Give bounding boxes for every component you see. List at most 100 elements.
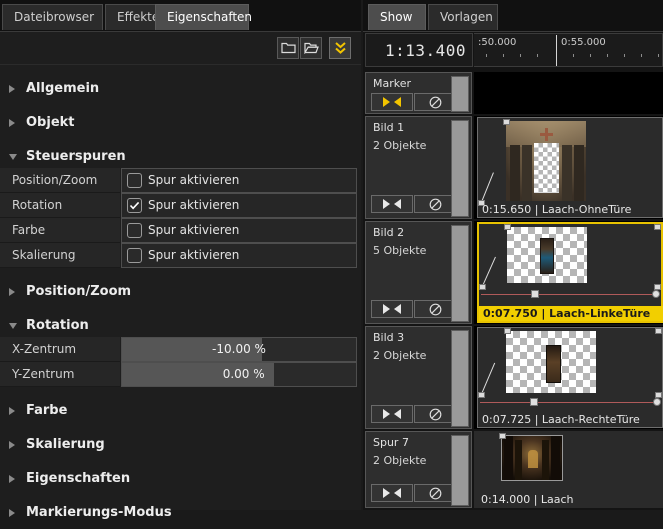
track-lane-bild-3[interactable]: 0:07.725 | Laach-RechteTüre bbox=[474, 326, 663, 429]
new-folder-button[interactable] bbox=[277, 37, 299, 59]
chevron-right-icon bbox=[9, 475, 15, 483]
section-farbe[interactable]: Farbe bbox=[0, 396, 361, 427]
track-header-marker[interactable]: Marker bbox=[365, 72, 472, 114]
track-header-bild-3[interactable]: Bild 3 2 Objekte bbox=[365, 326, 472, 429]
track-lane-marker[interactable] bbox=[474, 72, 663, 114]
row-label: Farbe bbox=[0, 218, 120, 243]
checkbox-farbe[interactable]: Spur aktivieren bbox=[121, 218, 357, 243]
track-disable-button-spur-7[interactable] bbox=[414, 484, 456, 502]
tab-eigenschaften[interactable]: Eigenschaften bbox=[155, 4, 249, 30]
chevron-right-icon bbox=[9, 119, 15, 127]
fade-handle-end[interactable] bbox=[504, 224, 511, 230]
chevron-right-icon bbox=[9, 288, 15, 296]
tab-vorlagen[interactable]: Vorlagen bbox=[428, 4, 498, 30]
track-name: Bild 1 bbox=[373, 121, 404, 134]
ruler-label: :50.000 bbox=[478, 37, 516, 48]
clip-thumbnail bbox=[506, 331, 596, 393]
clip-laach-linketuere[interactable]: 0:07.750 | Laach-LinkeTüre bbox=[477, 222, 663, 323]
track-object-count: 2 Objekte bbox=[373, 454, 426, 467]
clip-label: 0:07.750 | Laach-LinkeTüre bbox=[479, 306, 663, 321]
envelope-node-end[interactable] bbox=[653, 398, 661, 406]
row-y-zentrum: Y-Zentrum 0.00 % bbox=[0, 362, 361, 387]
collapse-all-button[interactable] bbox=[329, 37, 351, 59]
row-label: Skalierung bbox=[0, 243, 120, 268]
fade-handle-start[interactable] bbox=[479, 284, 486, 290]
track-level-slider-bild-2[interactable] bbox=[451, 225, 469, 322]
envelope-node[interactable] bbox=[530, 398, 538, 406]
track-jump-button-bild-1[interactable] bbox=[371, 195, 413, 213]
track-level-slider-bild-1[interactable] bbox=[451, 120, 469, 217]
checkbox-box bbox=[127, 198, 142, 213]
track-level-slider-bild-3[interactable] bbox=[451, 330, 469, 427]
clip-label: 0:15.650 | Laach-OhneTüre bbox=[478, 202, 663, 217]
section-label: Markierungs-Modus bbox=[26, 505, 172, 520]
checkbox-skalierung[interactable]: Spur aktivieren bbox=[121, 243, 357, 268]
track-level-slider-spur-7[interactable] bbox=[451, 435, 469, 506]
section-label: Steuerspuren bbox=[26, 149, 126, 164]
section-position-zoom[interactable]: Position/Zoom bbox=[0, 277, 361, 308]
clip-thumbnail bbox=[506, 121, 586, 201]
section-skalierung[interactable]: Skalierung bbox=[0, 430, 361, 461]
checkbox-box bbox=[127, 173, 142, 188]
track-jump-button-bild-2[interactable] bbox=[371, 300, 413, 318]
track-header-spur-7[interactable]: Spur 7 2 Objekte bbox=[365, 431, 472, 508]
chevron-right-icon bbox=[9, 509, 15, 517]
envelope-line bbox=[481, 294, 659, 295]
track-name: Marker bbox=[373, 77, 411, 90]
fade-handle-end[interactable] bbox=[504, 328, 511, 334]
track-jump-button-marker[interactable] bbox=[371, 93, 413, 111]
chevron-right-icon bbox=[9, 85, 15, 93]
left-tab-bar: Dateibrowser Effekte Eigenschaften bbox=[0, 0, 361, 32]
fade-handle-end[interactable] bbox=[499, 433, 506, 439]
track-disable-button-bild-3[interactable] bbox=[414, 405, 456, 423]
slider-x-zentrum[interactable]: -10.00 % bbox=[121, 337, 357, 362]
slider-y-zentrum[interactable]: 0.00 % bbox=[121, 362, 357, 387]
section-objekt[interactable]: Objekt bbox=[0, 108, 361, 139]
jump-icon bbox=[381, 96, 403, 108]
clip-thumbnail bbox=[507, 227, 587, 283]
checkbox-rotation[interactable]: Spur aktivieren bbox=[121, 193, 357, 218]
chevron-right-icon bbox=[9, 407, 15, 415]
envelope-node[interactable] bbox=[531, 290, 539, 298]
fade-handle-right[interactable] bbox=[655, 328, 662, 334]
track-lane-bild-1[interactable]: 0:15.650 | Laach-OhneTüre bbox=[474, 116, 663, 219]
fade-handle-end[interactable] bbox=[503, 119, 510, 125]
fade-handle-right[interactable] bbox=[654, 224, 661, 230]
ruler-label: 0:55.000 bbox=[561, 37, 606, 48]
track-disable-button-marker[interactable] bbox=[414, 93, 456, 111]
clip-thumbnail bbox=[501, 435, 563, 481]
jump-icon bbox=[381, 487, 403, 499]
clip-laach-ohnetuere[interactable]: 0:15.650 | Laach-OhneTüre bbox=[477, 117, 663, 218]
envelope-node-end[interactable] bbox=[652, 290, 660, 298]
track-header-bild-2[interactable]: Bild 2 5 Objekte bbox=[365, 221, 472, 324]
fade-handle-start[interactable] bbox=[478, 392, 485, 398]
timeline-ruler[interactable]: :50.000 0:55.000 bbox=[474, 33, 663, 67]
section-allgemein[interactable]: Allgemein bbox=[0, 74, 361, 105]
track-jump-button-bild-3[interactable] bbox=[371, 405, 413, 423]
check-icon bbox=[128, 199, 141, 212]
clip-laach[interactable]: 0:14.000 | Laach bbox=[477, 432, 663, 507]
track-disable-button-bild-1[interactable] bbox=[414, 195, 456, 213]
clip-laach-rechtetuere[interactable]: 0:07.725 | Laach-RechteTüre bbox=[477, 327, 663, 428]
checkbox-position-zoom[interactable]: Spur aktivieren bbox=[121, 168, 357, 193]
section-markierungs-modus[interactable]: Markierungs-Modus bbox=[0, 498, 361, 529]
section-label: Eigenschaften bbox=[26, 471, 130, 486]
section-eigenschaften[interactable]: Eigenschaften bbox=[0, 464, 361, 495]
tab-dateibrowser[interactable]: Dateibrowser bbox=[2, 4, 103, 30]
open-folder-button[interactable] bbox=[300, 37, 322, 59]
track-lane-bild-2[interactable]: 0:07.750 | Laach-LinkeTüre bbox=[474, 221, 663, 324]
properties-panel: Dateibrowser Effekte Eigenschaften bbox=[0, 0, 361, 510]
checkbox-box bbox=[127, 248, 142, 263]
track-disable-button-bild-2[interactable] bbox=[414, 300, 456, 318]
track-lane-spur-7[interactable]: 0:14.000 | Laach bbox=[474, 431, 663, 508]
track-header-bild-1[interactable]: Bild 1 2 Objekte bbox=[365, 116, 472, 219]
row-x-zentrum: X-Zentrum -10.00 % bbox=[0, 337, 361, 362]
checkbox-label: Spur aktivieren bbox=[148, 248, 239, 262]
track-jump-button-spur-7[interactable] bbox=[371, 484, 413, 502]
timecode-display[interactable]: 1:13.400 bbox=[365, 33, 473, 67]
track-level-slider-marker[interactable] bbox=[451, 76, 469, 112]
disable-icon bbox=[429, 96, 442, 109]
chevron-right-icon bbox=[9, 441, 15, 449]
row-skalierung-track: Skalierung Spur aktivieren bbox=[0, 243, 361, 268]
tab-show[interactable]: Show bbox=[368, 4, 426, 30]
